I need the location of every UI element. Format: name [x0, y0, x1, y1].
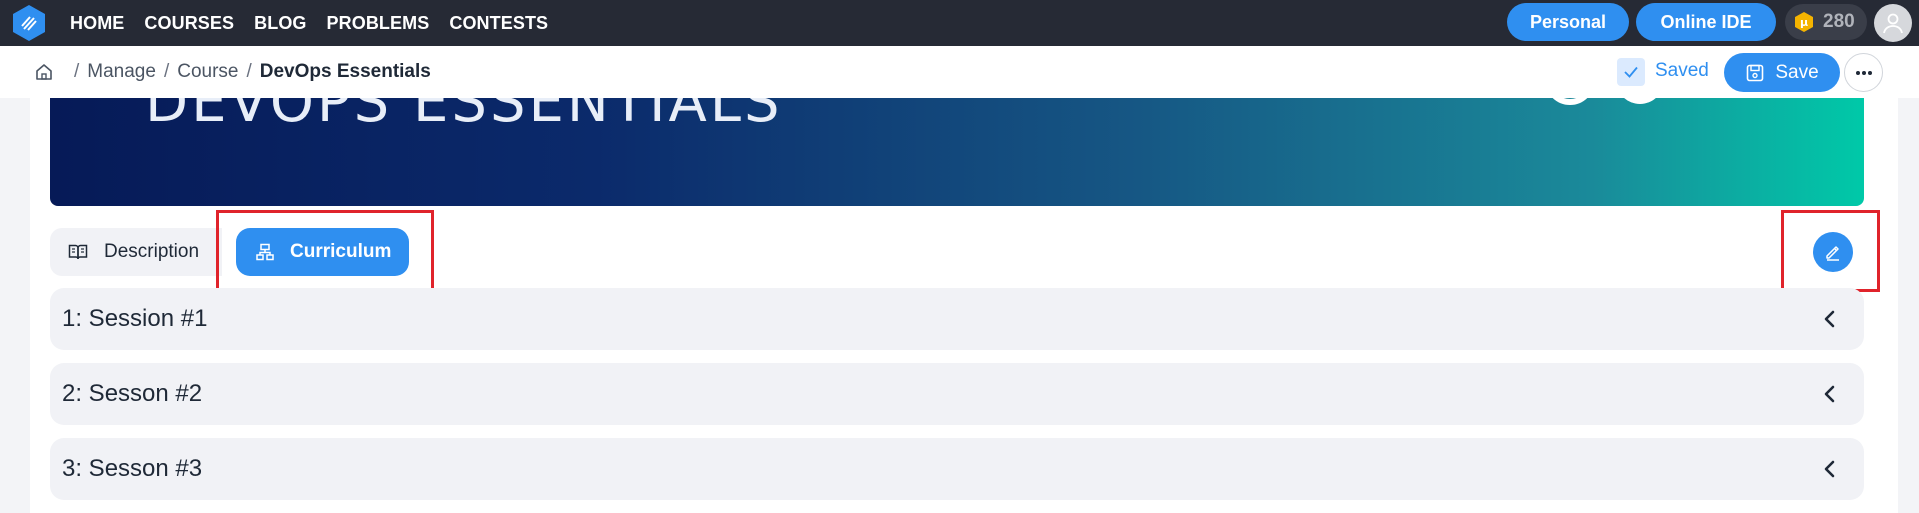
nav-problems-link[interactable]: PROBLEMS: [327, 13, 430, 34]
coin-symbol: μ: [1800, 16, 1808, 29]
course-banner-image: DEVOPS ESSENTIALS: [50, 98, 1864, 206]
site-logo-icon[interactable]: [10, 4, 48, 42]
save-button-label: Save: [1775, 61, 1819, 83]
banner-decoration-icons: [1552, 98, 1656, 105]
coin-icon: μ: [1795, 12, 1813, 32]
chevron-left-icon[interactable]: [1818, 382, 1842, 406]
highlight-box-curriculum: [216, 210, 434, 292]
check-icon: [1624, 66, 1638, 78]
breadcrumb-course[interactable]: Course: [177, 61, 238, 83]
more-options-button[interactable]: [1844, 53, 1883, 92]
breadcrumb-separator: /: [74, 61, 80, 82]
session-title: 1: Session #1: [62, 305, 208, 332]
session-item-3[interactable]: 3: Sesson #3: [50, 438, 1864, 500]
online-ide-button[interactable]: Online IDE: [1636, 3, 1776, 41]
nav-courses-link[interactable]: COURSES: [144, 13, 234, 34]
breadcrumb-bar: / Manage / Course / DevOps Essentials Sa…: [0, 46, 1919, 98]
saved-label: Saved: [1655, 60, 1709, 81]
session-title: 2: Sesson #2: [62, 380, 203, 407]
saved-indicator: [1617, 58, 1645, 86]
tab-description[interactable]: Description: [50, 228, 222, 276]
ellipsis-icon: [1855, 70, 1872, 75]
book-icon: [68, 244, 88, 260]
user-icon: [1883, 13, 1903, 34]
breadcrumb-separator: /: [163, 61, 170, 82]
session-item-2[interactable]: 2: Sesson #2: [50, 363, 1864, 425]
nav-contests-link[interactable]: CONTESTS: [449, 13, 548, 34]
breadcrumb: / Manage / Course / DevOps Essentials: [34, 46, 431, 98]
breadcrumb-manage[interactable]: Manage: [87, 61, 156, 83]
avatar[interactable]: [1874, 4, 1912, 42]
session-item-1[interactable]: 1: Session #1: [50, 288, 1864, 350]
save-button[interactable]: Save: [1724, 53, 1840, 92]
personal-button[interactable]: Personal: [1507, 3, 1629, 41]
tab-description-label: Description: [104, 241, 200, 262]
floppy-disk-icon: [1747, 64, 1764, 81]
nav-home-link[interactable]: HOME: [70, 13, 124, 34]
top-navbar: HOME COURSES BLOG PROBLEMS CONTESTS Pers…: [0, 0, 1919, 46]
session-title: 3: Sesson #3: [62, 455, 203, 482]
breadcrumb-separator: /: [246, 61, 252, 82]
coin-count: 280: [1823, 11, 1855, 32]
chevron-left-icon[interactable]: [1818, 307, 1842, 331]
breadcrumb-current: DevOps Essentials: [259, 61, 431, 82]
home-icon[interactable]: [34, 62, 54, 82]
scrollbar[interactable]: [1900, 98, 1919, 513]
banner-title: DEVOPS ESSENTIALS: [145, 98, 783, 135]
coin-balance[interactable]: μ 280: [1785, 4, 1867, 40]
nav-blog-link[interactable]: BLOG: [254, 13, 306, 34]
chevron-left-icon[interactable]: [1818, 457, 1842, 481]
main-nav: HOME COURSES BLOG PROBLEMS CONTESTS: [70, 0, 548, 46]
highlight-box-edit: [1781, 210, 1880, 292]
